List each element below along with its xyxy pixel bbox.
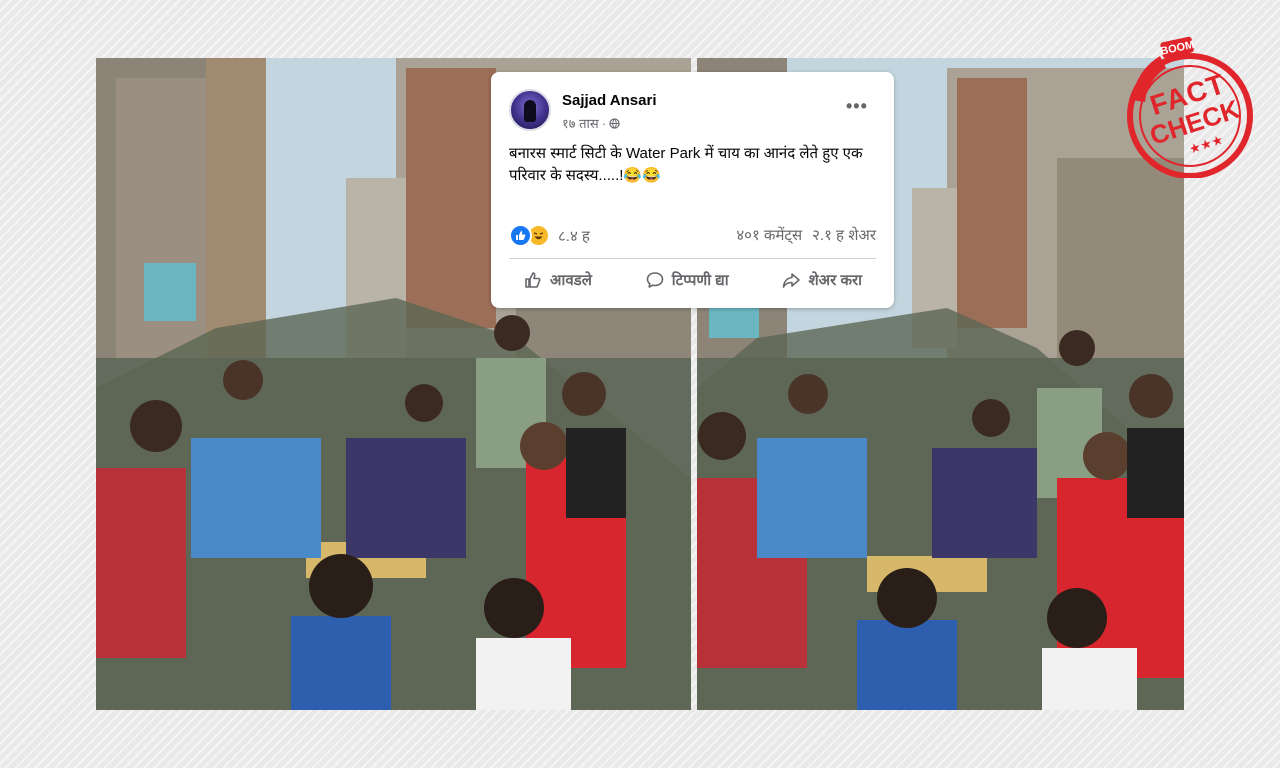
comment-icon bbox=[646, 272, 664, 288]
author-avatar[interactable] bbox=[509, 89, 551, 131]
avatar-silhouette bbox=[524, 100, 536, 122]
fact-check-stamp: BOOM FACT CHECK ★★★ bbox=[1127, 36, 1253, 178]
comment-count[interactable]: ४०१ कमेंट्स bbox=[736, 225, 802, 245]
action-bar: आवडले टिप्पणी द्या शेअर करा bbox=[509, 266, 876, 294]
like-reaction-icon bbox=[509, 224, 532, 247]
share-count[interactable]: २.१ ह शेअर bbox=[812, 225, 876, 245]
author-name[interactable]: Sajjad Ansari bbox=[562, 92, 656, 109]
globe-icon bbox=[609, 117, 620, 129]
like-button[interactable]: आवडले bbox=[509, 266, 606, 294]
thumbs-up-icon bbox=[525, 272, 541, 288]
share-label: शेअर करा bbox=[808, 272, 862, 289]
like-label: आवडले bbox=[550, 272, 592, 289]
more-options-icon[interactable]: ••• bbox=[846, 97, 868, 115]
reaction-summary[interactable]: ८.४ ह bbox=[509, 224, 590, 247]
post-meta: १७ तास · bbox=[562, 114, 620, 132]
meta-separator: · bbox=[601, 115, 607, 131]
reaction-count: ८.४ ह bbox=[558, 227, 590, 245]
facebook-post-card: Sajjad Ansari १७ तास · ••• बनारस स्मार्ट… bbox=[491, 72, 894, 308]
post-text: बनारस स्मार्ट सिटी के Water Park में चाय… bbox=[509, 145, 863, 184]
engagement-counts: ४०१ कमेंट्स २.१ ह शेअर bbox=[736, 225, 876, 245]
comment-label: टिप्पणी द्या bbox=[671, 272, 729, 289]
share-arrow-icon bbox=[783, 273, 801, 288]
post-time[interactable]: १७ तास bbox=[562, 114, 599, 132]
comment-button[interactable]: टिप्पणी द्या bbox=[631, 266, 743, 294]
share-button[interactable]: शेअर करा bbox=[767, 266, 876, 294]
action-divider bbox=[509, 258, 876, 259]
